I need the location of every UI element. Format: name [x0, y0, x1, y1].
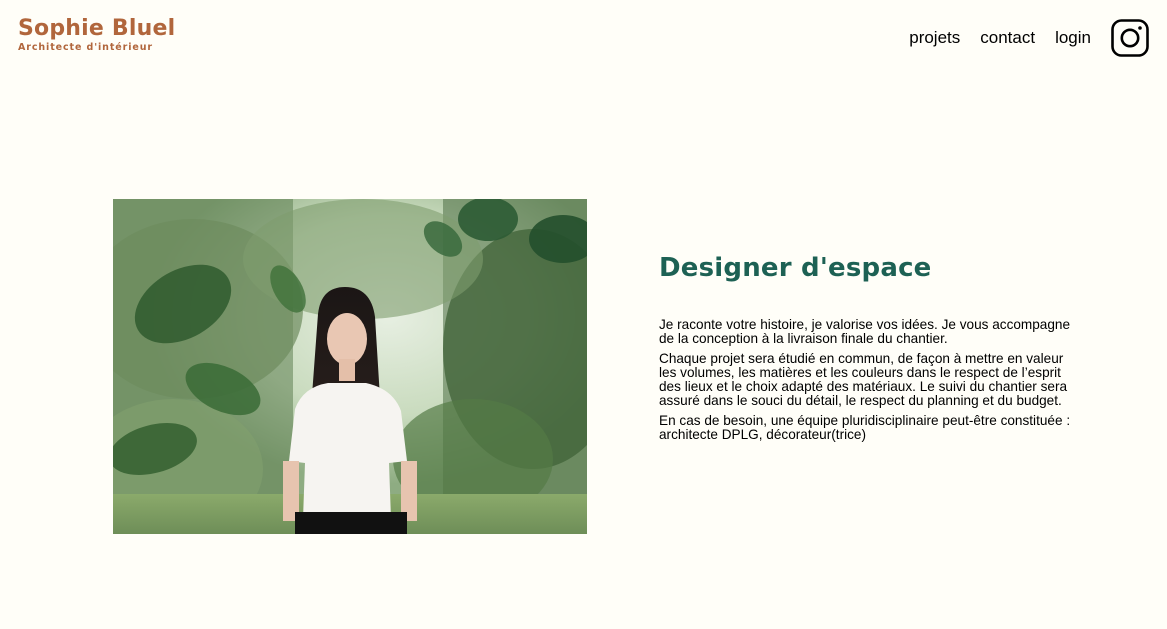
architect-portrait-image — [113, 199, 587, 534]
main-nav: projets contact login — [909, 18, 1149, 58]
brand-logo[interactable]: Sophie Bluel Architecte d'intérieur — [18, 16, 175, 53]
site-header: Sophie Bluel Architecte d'intérieur proj… — [0, 0, 1167, 80]
brand-name: Sophie Bluel — [18, 16, 176, 41]
introduction-title: Designer d'espace — [659, 253, 932, 283]
brand-subtitle: Architecte d'intérieur — [18, 42, 153, 53]
introduction-section: Designer d'espace Je raconte votre histo… — [659, 250, 1079, 448]
introduction-paragraph: En cas de besoin, une équipe pluridiscip… — [659, 413, 1071, 442]
introduction-paragraph: Chaque projet sera étudié en commun, de … — [659, 351, 1068, 408]
instagram-icon[interactable] — [1111, 19, 1149, 57]
introduction-paragraph: Je raconte votre histoire, je valorise v… — [659, 317, 1071, 346]
nav-link-contact[interactable]: contact — [980, 18, 1035, 58]
nav-link-projets[interactable]: projets — [909, 18, 960, 58]
nav-link-login[interactable]: login — [1055, 18, 1091, 58]
